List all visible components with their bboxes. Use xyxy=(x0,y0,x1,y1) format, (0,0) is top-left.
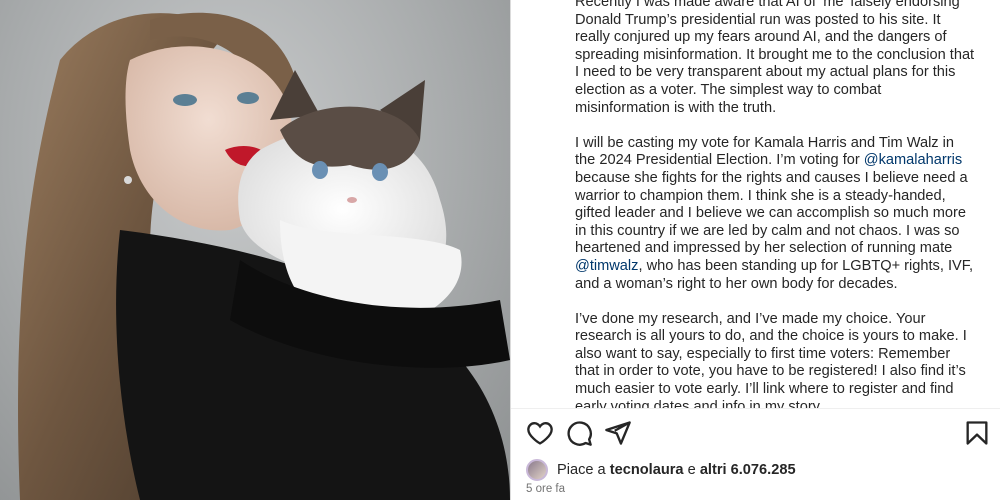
post-image[interactable] xyxy=(0,0,510,500)
mention-kamalaharris-link[interactable]: @kamalaharris xyxy=(864,152,962,168)
post-photo-illustration xyxy=(18,12,510,500)
caption-separator xyxy=(511,408,1000,409)
likes-count-link[interactable]: altri 6.076.285 xyxy=(700,462,796,478)
liker-username-link[interactable]: tecnolaura xyxy=(610,462,684,478)
avatar[interactable] xyxy=(526,459,548,481)
mention-timwalz-link[interactable]: @timwalz xyxy=(575,258,638,274)
caption-paragraph-3: I’ve done my research, and I’ve made my … xyxy=(575,310,967,408)
likes-summary: Piace a tecnolaura e altri 6.076.285 xyxy=(526,458,796,482)
post-caption: Recently I was made aware that AI of ‘me… xyxy=(575,0,975,408)
caption-text: because she fights for the rights and ca… xyxy=(575,169,968,257)
caption-paragraph-1: Recently I was made aware that AI of ‘me… xyxy=(575,0,975,116)
comment-icon[interactable] xyxy=(565,419,593,447)
bookmark-icon[interactable] xyxy=(963,419,991,447)
send-icon[interactable] xyxy=(604,419,632,447)
post-timestamp[interactable]: 5 ore fa xyxy=(526,483,565,495)
likes-prefix: Piace a xyxy=(557,462,606,478)
likes-middle: e xyxy=(687,462,696,478)
heart-icon[interactable] xyxy=(526,419,554,447)
caption-paragraph-2: I will be casting my vote for Kamala Har… xyxy=(575,135,975,293)
action-bar xyxy=(511,415,1000,451)
